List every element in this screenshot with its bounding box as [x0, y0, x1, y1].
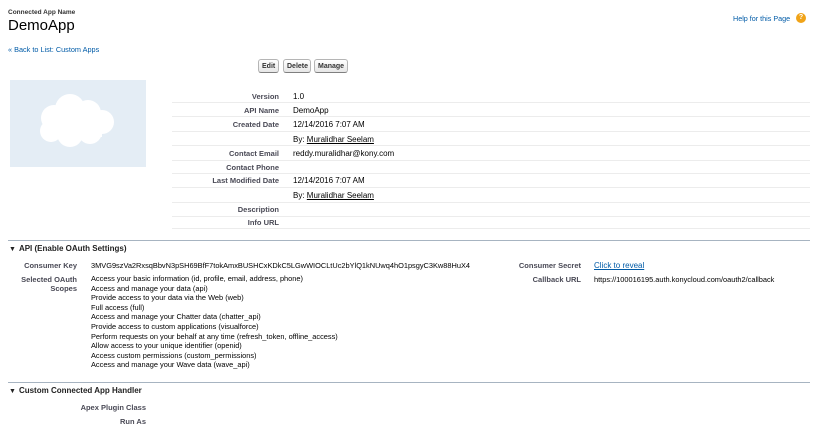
- last-modified-label: Last Modified Date: [212, 176, 279, 185]
- modified-by: By: Muralidhar Seelam: [293, 191, 374, 200]
- help-icon[interactable]: ?: [796, 13, 806, 23]
- callback-url-value: https://100016195.auth.konycloud.com/oau…: [594, 275, 775, 284]
- created-date-label: Created Date: [232, 120, 279, 129]
- app-logo: [10, 80, 146, 167]
- modified-by-user-link[interactable]: Muralidhar Seelam: [307, 191, 374, 200]
- page-title: DemoApp: [8, 17, 75, 34]
- created-by-user-link[interactable]: Muralidhar Seelam: [307, 135, 374, 144]
- scopes-label: Selected OAuth Scopes: [21, 275, 77, 293]
- list-item: Access and manage your data (api): [91, 283, 208, 293]
- api-name-label: API Name: [243, 106, 279, 115]
- list-item: Allow access to your unique identifier (…: [91, 341, 242, 351]
- list-item: Perform requests on your behalf at any t…: [91, 331, 338, 341]
- contact-phone-label: Contact Phone: [226, 163, 279, 172]
- handler-section-header[interactable]: ▼ Custom Connected App Handler: [9, 386, 142, 395]
- list-item: Access custom permissions (custom_permis…: [91, 350, 257, 360]
- modified-by-prefix: By:: [293, 191, 305, 200]
- consumer-secret-label: Consumer Secret: [518, 261, 581, 270]
- created-by-prefix: By:: [293, 135, 305, 144]
- click-to-reveal-link[interactable]: Click to reveal: [594, 261, 644, 270]
- api-name-value: DemoApp: [293, 106, 329, 115]
- apex-plugin-class-label: Apex Plugin Class: [80, 403, 146, 412]
- scopes-list: Access your basic information (id, profi…: [91, 274, 338, 370]
- last-modified-value: 12/14/2016 7:07 AM: [293, 176, 365, 185]
- handler-section-title: Custom Connected App Handler: [18, 386, 142, 395]
- delete-button[interactable]: Delete: [283, 59, 311, 73]
- run-as-label: Run As: [120, 417, 146, 426]
- back-to-list-link[interactable]: « Back to List: Custom Apps: [8, 45, 99, 54]
- version-label: Version: [251, 92, 279, 101]
- contact-email-value: reddy.muralidhar@kony.com: [293, 149, 395, 158]
- consumer-key-label: Consumer Key: [24, 261, 77, 270]
- page-subtitle: Connected App Name: [8, 9, 76, 16]
- collapse-triangle-icon[interactable]: ▼: [9, 246, 16, 253]
- info-url-label: Info URL: [247, 218, 279, 227]
- api-section-title: API (Enable OAuth Settings): [18, 244, 127, 253]
- description-label: Description: [237, 205, 279, 214]
- edit-button[interactable]: Edit: [258, 59, 279, 73]
- list-item: Full access (full): [91, 302, 145, 312]
- collapse-triangle-icon[interactable]: ▼: [9, 388, 16, 395]
- contact-email-label: Contact Email: [228, 149, 279, 158]
- created-date-value: 12/14/2016 7:07 AM: [293, 120, 365, 129]
- version-value: 1.0: [293, 92, 305, 101]
- help-link[interactable]: Help for this Page: [733, 14, 790, 23]
- consumer-key-value: 3MVG9szVa2RxsqBbvN3pSH69BfF7tokAmxBUSHCx…: [91, 261, 470, 270]
- list-item: Provide access to custom applications (v…: [91, 321, 259, 331]
- manage-button[interactable]: Manage: [314, 59, 348, 73]
- list-item: Access and manage your Chatter data (cha…: [91, 312, 261, 322]
- api-section-header[interactable]: ▼ API (Enable OAuth Settings): [9, 244, 127, 253]
- list-item: Access and manage your Wave data (wave_a…: [91, 360, 250, 370]
- cloud-icon: [40, 94, 114, 147]
- created-by: By: Muralidhar Seelam: [293, 135, 374, 144]
- list-item: Access your basic information (id, profi…: [91, 274, 303, 283]
- callback-url-label: Callback URL: [532, 275, 581, 284]
- list-item: Provide access to your data via the Web …: [91, 293, 244, 303]
